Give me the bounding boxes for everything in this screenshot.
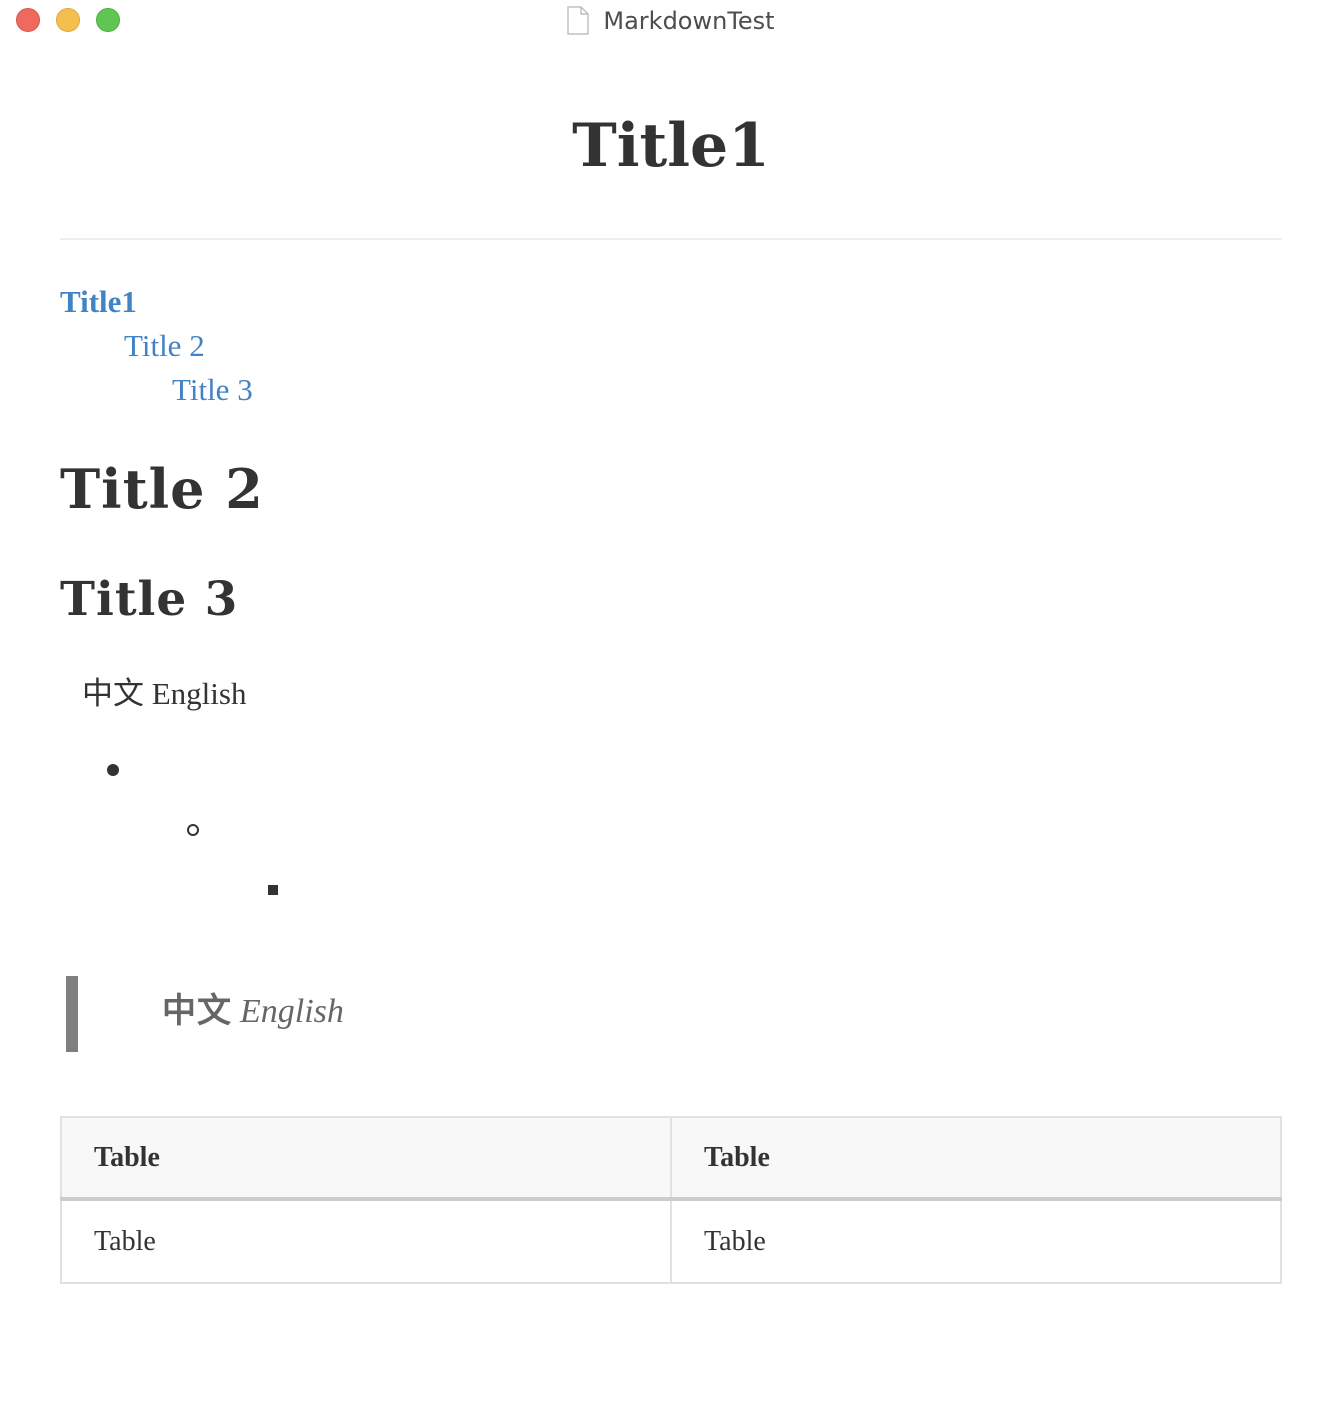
window-titlebar: MarkdownTest xyxy=(0,0,1342,42)
list-bullet-circle xyxy=(187,824,199,836)
window-title: MarkdownTest xyxy=(0,4,1342,38)
blockquote-bar xyxy=(66,976,78,1052)
document-icon xyxy=(567,6,589,35)
table-header-cell: Table xyxy=(670,1116,1282,1201)
blockquote-text: 中文 English xyxy=(162,990,344,1034)
toc-link-title3[interactable]: Title 3 xyxy=(172,370,253,410)
table-cell: Table xyxy=(670,1198,1282,1284)
heading-2: Title 2 xyxy=(60,457,264,521)
heading-3: Title 3 xyxy=(60,572,239,627)
blockquote-english: English xyxy=(240,993,344,1030)
table-row: Table Table xyxy=(60,1198,1282,1284)
table-header-cell: Table xyxy=(60,1116,672,1201)
toc-link-title2[interactable]: Title 2 xyxy=(124,326,205,366)
heading-1: Title1 xyxy=(572,111,770,181)
heading-divider xyxy=(60,238,1282,240)
table-cell: Table xyxy=(60,1198,672,1284)
markdown-table: Table Table Table Table xyxy=(60,1116,1282,1284)
blockquote-chinese: 中文 xyxy=(162,993,232,1030)
table-header-row: Table Table xyxy=(60,1116,1282,1201)
window-title-text: MarkdownTest xyxy=(603,7,775,35)
list-bullet-disc xyxy=(107,764,119,776)
toc-link-title1[interactable]: Title1 xyxy=(60,282,137,322)
paragraph: 中文 English xyxy=(82,676,247,711)
list-bullet-square xyxy=(268,885,278,895)
